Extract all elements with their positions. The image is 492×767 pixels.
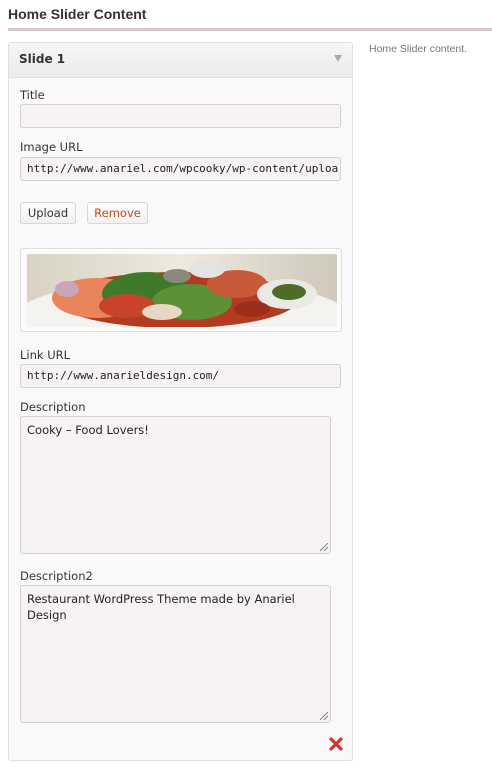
description-textarea[interactable]: Cooky – Food Lovers!	[20, 416, 331, 554]
resize-handle-icon[interactable]	[320, 712, 328, 720]
description-label: Description	[20, 400, 86, 414]
slide-panel-header[interactable]: Slide 1	[9, 43, 352, 78]
slide-title: Slide 1	[19, 52, 66, 66]
section-description: Home Slider content.	[369, 43, 468, 55]
description2-textarea[interactable]: Restaurant WordPress Theme made by Anari…	[20, 585, 331, 723]
description2-label: Description2	[20, 569, 93, 583]
description2-text: Restaurant WordPress Theme made by Anari…	[27, 592, 295, 622]
image-url-input[interactable]: http://www.anariel.com/wpcooky/wp-conten…	[20, 157, 341, 181]
remove-button[interactable]: Remove	[87, 202, 148, 224]
title-label: Title	[20, 88, 45, 102]
image-url-label: Image URL	[20, 140, 83, 154]
collapse-arrow-icon[interactable]	[334, 55, 342, 62]
upload-button[interactable]: Upload	[20, 202, 76, 224]
section-title: Home Slider Content	[8, 6, 147, 22]
delete-x-icon[interactable]	[328, 736, 344, 752]
link-url-label: Link URL	[20, 348, 71, 362]
description-text: Cooky – Food Lovers!	[27, 423, 149, 437]
image-preview	[27, 254, 337, 327]
image-preview-frame	[20, 248, 342, 332]
section-divider	[8, 28, 492, 31]
title-input[interactable]	[20, 104, 341, 128]
link-url-input[interactable]: http://www.anarieldesign.com/	[20, 364, 341, 388]
resize-handle-icon[interactable]	[320, 543, 328, 551]
